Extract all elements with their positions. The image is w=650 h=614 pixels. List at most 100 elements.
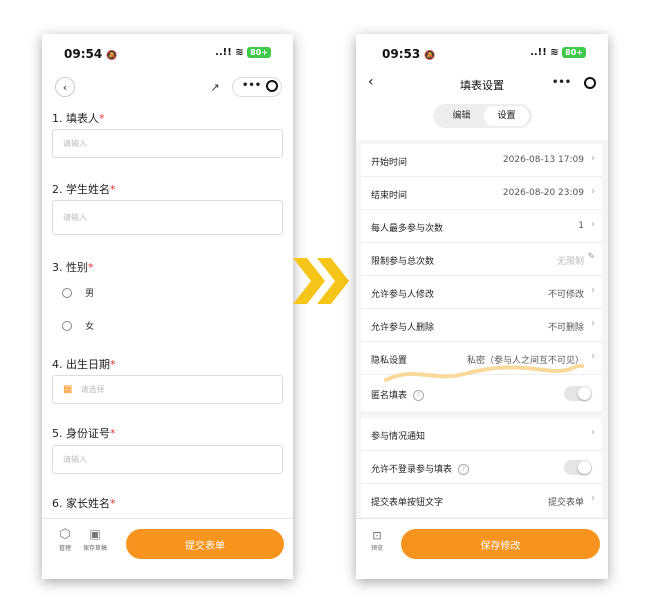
status-time-text: 09:53	[382, 47, 421, 61]
row-label: 匿名填表	[371, 391, 408, 401]
required-mark: *	[110, 183, 116, 196]
wifi-icon: ≋	[550, 47, 559, 58]
wifi-icon: ≋	[235, 47, 244, 58]
back-button[interactable]: ‹	[55, 77, 75, 97]
filler-name-input[interactable]: 请输入	[52, 129, 283, 158]
question-text: 学生姓名	[66, 183, 110, 196]
manage-button[interactable]: ⬡ 管理	[53, 527, 77, 552]
tab-edit[interactable]: 编辑	[439, 104, 484, 128]
question-number: 2.	[52, 183, 63, 196]
birth-date-picker[interactable]: ▦ 请选择	[52, 375, 283, 404]
question-text: 填表人	[66, 112, 99, 125]
question-label-6: 6. 家长姓名*	[52, 495, 116, 511]
settings-row-allow-edit[interactable]: 允许参与人修改 不可修改 ›	[361, 276, 602, 309]
required-mark: *	[110, 358, 116, 371]
highlight-squiggle-icon	[384, 363, 584, 382]
required-mark: *	[110, 427, 116, 440]
save-icon: ▣	[89, 527, 101, 541]
calendar-icon: ▦	[63, 384, 73, 395]
question-number: 5.	[52, 427, 63, 440]
close-mini-program-icon[interactable]	[266, 80, 278, 92]
settings-row-participation-notice[interactable]: 参与情况通知 ›	[361, 418, 602, 451]
submit-form-button[interactable]: 提交表单	[126, 529, 284, 559]
chevron-right-icon: ›	[591, 427, 595, 438]
chevron-right-icon: ›	[591, 318, 595, 329]
help-icon[interactable]: ?	[413, 390, 425, 401]
settings-row-allow-delete[interactable]: 允许参与人删除 不可删除 ›	[361, 309, 602, 342]
question-text: 出生日期	[66, 358, 110, 371]
help-icon[interactable]: ?	[458, 464, 470, 475]
save-draft-button[interactable]: ▣ 保存草稿	[80, 527, 110, 552]
settings-row-allow-no-login: 允许不登录参与填表?	[361, 451, 602, 484]
question-label-2: 2. 学生姓名*	[52, 181, 116, 197]
settings-row-submit-button-text[interactable]: 提交表单按钮文字 提交表单 ›	[361, 484, 602, 517]
manage-label: 管理	[58, 545, 71, 552]
chevron-left-icon: ‹	[62, 80, 68, 94]
status-icons: ..!! ≋ 80+	[530, 47, 586, 58]
row-label: 提交表单按钮文字	[371, 498, 444, 508]
gender-option-female[interactable]: 女	[62, 315, 94, 334]
question-label-3: 3. 性别*	[52, 259, 94, 275]
student-name-input[interactable]: 请输入	[52, 200, 283, 235]
share-button[interactable]: ↗	[205, 77, 225, 97]
row-value: 2026-08-13 17:09	[502, 155, 584, 165]
bottom-action-bar: ⬡ 管理 ▣ 保存草稿 提交表单	[42, 518, 293, 579]
required-mark: *	[99, 112, 105, 125]
signal-icon: ..!!	[530, 47, 547, 58]
status-time: 09:53 🔕	[382, 47, 436, 61]
tab-switcher: 编辑 设置	[433, 104, 532, 128]
form-fill-screen: 09:54 🔕 ..!! ≋ 80+ ‹ ↗ ••• 1. 填表人* 请输入 2…	[42, 34, 293, 579]
chevron-right-icon: ›	[591, 351, 595, 362]
settings-row-end-time[interactable]: 结束时间 2026-08-20 23:09 ›	[361, 177, 602, 210]
row-label: 结束时间	[371, 191, 408, 201]
row-value: 不可修改	[547, 290, 584, 300]
save-changes-button[interactable]: 保存修改	[401, 529, 600, 559]
row-label: 参与情况通知	[371, 432, 426, 442]
settings-row-start-time[interactable]: 开始时间 2026-08-13 17:09 ›	[361, 144, 602, 177]
settings-row-max-attempts[interactable]: 每人最多参与次数 1 ›	[361, 210, 602, 243]
row-value: 1	[578, 221, 584, 231]
row-value: 2026-08-20 23:09	[502, 188, 584, 198]
row-label: 限制参与总次数	[371, 257, 435, 267]
capsule-menu: •••	[232, 77, 282, 97]
settings-row-total-limit[interactable]: 限制参与总次数 无限制 ✎	[361, 243, 602, 276]
chevron-right-icon: ›	[591, 153, 595, 164]
more-icon[interactable]: •••	[242, 80, 261, 91]
row-label: 允许参与人删除	[371, 323, 435, 333]
bottom-action-bar: ⊡ 预览 保存修改	[356, 518, 608, 579]
question-number: 4.	[52, 358, 63, 371]
question-label-4: 4. 出生日期*	[52, 356, 116, 372]
status-icons: ..!! ≋ 80+	[215, 47, 271, 58]
row-value: 无限制	[556, 257, 584, 267]
gender-option-male[interactable]: 男	[62, 282, 94, 301]
save-draft-label: 保存草稿	[82, 545, 107, 552]
chevron-right-icon: ›	[591, 285, 595, 296]
mute-bell-icon: 🔕	[106, 51, 118, 61]
question-label-5: 5. 身份证号*	[52, 425, 116, 441]
preview-label: 预览	[370, 545, 383, 552]
form-settings-screen: 09:53 🔕 ..!! ≋ 80+ ‹ 填表设置 ••• 编辑 设置 开始时间…	[356, 34, 608, 579]
tab-settings[interactable]: 设置	[484, 106, 529, 126]
radio-button[interactable]	[62, 287, 72, 298]
battery-icon: 80+	[562, 47, 586, 58]
status-time-text: 09:54	[64, 47, 103, 61]
id-number-input[interactable]: 请输入	[52, 445, 283, 474]
radio-button[interactable]	[62, 320, 72, 331]
preview-button[interactable]: ⊡ 预览	[366, 529, 388, 552]
close-mini-program-icon[interactable]	[584, 77, 596, 89]
option-label: 女	[85, 322, 95, 332]
row-label: 允许不登录参与填表	[371, 465, 453, 475]
question-text: 性别	[66, 261, 88, 274]
no-login-toggle[interactable]	[564, 460, 592, 475]
row-label: 允许参与人修改	[371, 290, 435, 300]
question-text: 身份证号	[66, 427, 110, 440]
required-mark: *	[110, 497, 116, 510]
anonymous-toggle[interactable]	[564, 386, 592, 401]
more-icon[interactable]: •••	[552, 77, 571, 88]
question-number: 6.	[52, 497, 63, 510]
row-label: 开始时间	[371, 158, 408, 168]
option-label: 男	[85, 289, 95, 299]
preview-icon: ⊡	[372, 529, 382, 542]
question-number: 1.	[52, 112, 63, 125]
chevron-right-icon: ›	[591, 493, 595, 504]
